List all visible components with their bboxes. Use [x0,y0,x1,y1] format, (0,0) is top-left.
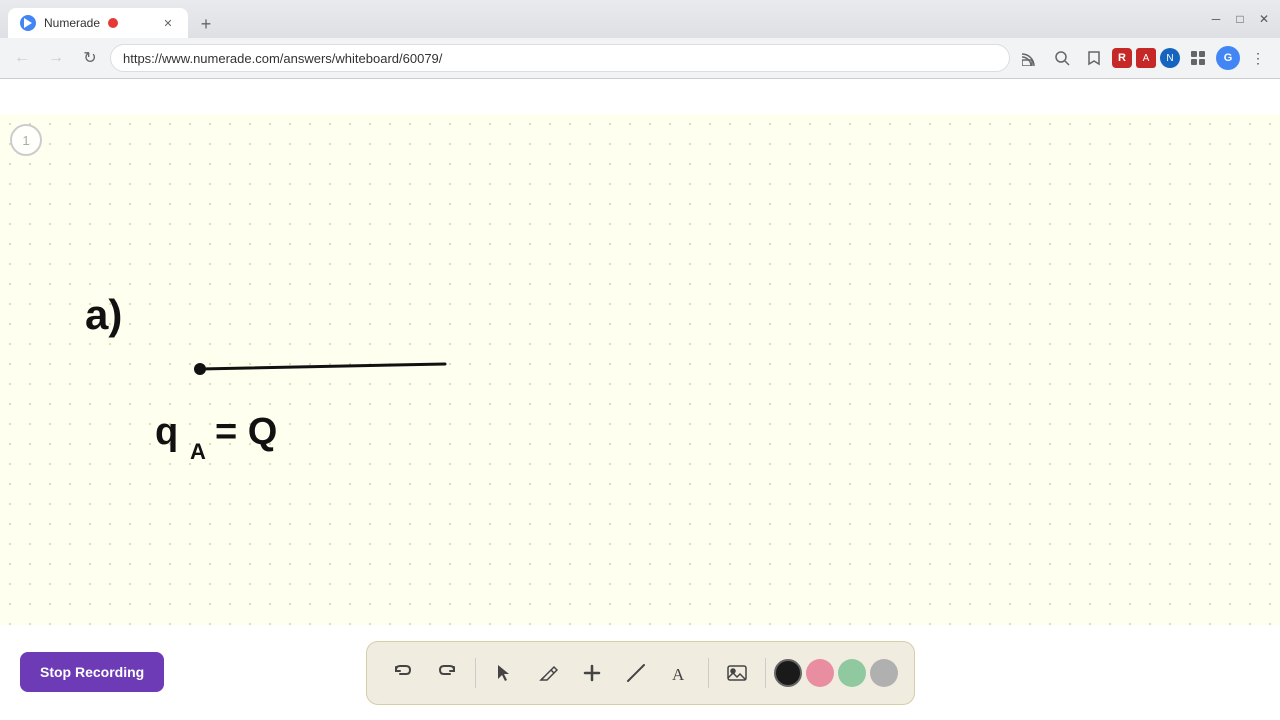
color-green[interactable] [838,659,866,687]
new-tab-button[interactable]: + [192,10,220,38]
address-bar[interactable]: https://www.numerade.com/answers/whitebo… [110,44,1010,72]
horizontal-line [200,364,445,369]
title-bar: Numerade ✕ + ─ □ ✕ [0,0,1280,38]
whiteboard[interactable]: 1 a) q A = Q [0,114,1280,625]
color-gray[interactable] [870,659,898,687]
redo-button[interactable] [427,653,467,693]
pencil-tool-button[interactable] [528,653,568,693]
maximize-button[interactable]: □ [1232,11,1248,27]
active-tab[interactable]: Numerade ✕ [8,8,188,38]
extension-icon2[interactable]: A [1136,48,1156,68]
forward-button[interactable]: → [42,44,70,72]
formula-q: q [155,411,178,453]
url-text: https://www.numerade.com/answers/whitebo… [123,51,442,66]
browser-chrome: Numerade ✕ + ─ □ ✕ ← → ↻ https://www.num… [0,0,1280,79]
select-tool-button[interactable] [484,653,524,693]
formula-equals: = Q [215,411,277,453]
extension-icon3[interactable]: N [1160,48,1180,68]
profile-icon[interactable]: G [1216,46,1240,70]
tool-container: A [366,641,915,705]
image-tool-button[interactable] [717,653,757,693]
window-controls: ─ □ ✕ [1208,11,1272,27]
separator-2 [708,658,709,688]
tab-close-button[interactable]: ✕ [160,15,176,31]
extension-icon1[interactable]: R [1112,48,1132,68]
separator-3 [765,658,766,688]
stop-recording-button[interactable]: Stop Recording [20,652,164,692]
text-tool-button[interactable]: A [660,653,700,693]
menu-icon[interactable]: ⋮ [1244,44,1272,72]
svg-text:A: A [672,665,685,683]
search-icon[interactable] [1048,44,1076,72]
tab-favicon [20,15,36,31]
cast-icon[interactable] [1016,44,1044,72]
browser-toolbar-icons: R A N G ⋮ [1016,44,1272,72]
tab-title: Numerade [44,16,100,30]
separator-1 [475,658,476,688]
color-black[interactable] [774,659,802,687]
back-button[interactable]: ← [8,44,36,72]
add-tool-button[interactable] [572,653,612,693]
close-button[interactable]: ✕ [1256,11,1272,27]
label-a: a) [85,291,122,338]
formula-subscript-a: A [190,439,206,464]
address-bar-row: ← → ↻ https://www.numerade.com/answers/w… [0,38,1280,78]
drawing-canvas: a) q A = Q [0,114,1280,625]
color-pink[interactable] [806,659,834,687]
undo-button[interactable] [383,653,423,693]
extension-icon4[interactable] [1184,44,1212,72]
recording-dot [108,18,118,28]
bottom-toolbar: A [0,625,1280,720]
refresh-button[interactable]: ↻ [76,44,104,72]
bookmark-icon[interactable] [1080,44,1108,72]
minimize-button[interactable]: ─ [1208,11,1224,27]
eraser-tool-button[interactable] [616,653,656,693]
